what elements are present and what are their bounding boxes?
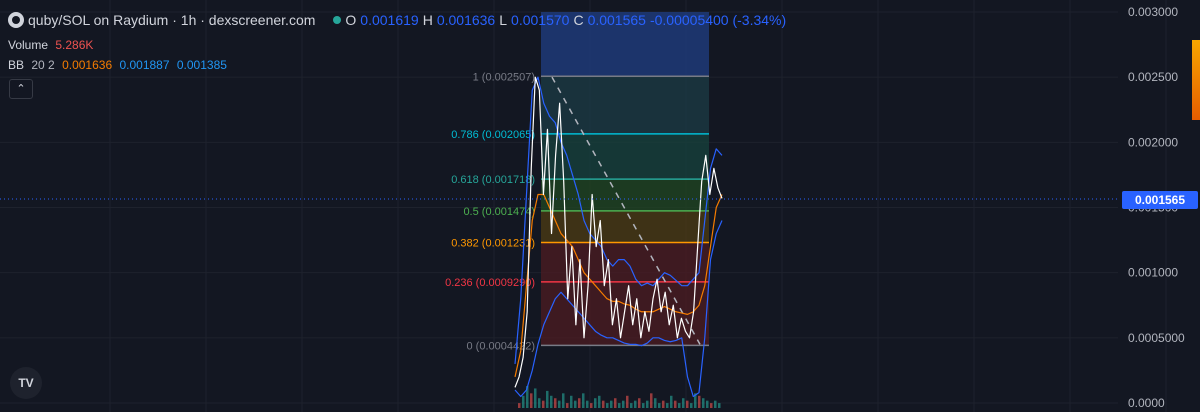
bb-label: BB <box>8 58 25 72</box>
volume-value: 5.286K <box>55 38 94 52</box>
bb-middle-value: 0.001887 <box>119 58 170 72</box>
volume-bar <box>650 393 653 408</box>
volume-bar <box>662 400 665 408</box>
ohlc-close-key: C <box>573 12 584 28</box>
fib-level-label: 0.5 (0.001474) <box>463 206 535 218</box>
volume-bar <box>598 395 601 408</box>
volume-bar <box>522 395 525 408</box>
volume-bar <box>686 400 689 408</box>
volume-bar <box>622 400 625 408</box>
ohlc-change: -0.00005400 (-3.34%) <box>649 12 787 28</box>
volume-bar <box>702 398 705 408</box>
volume-bar <box>714 400 717 408</box>
volume-bar <box>654 398 657 408</box>
fib-level-label: 1 (0.002507) <box>473 71 535 83</box>
volume-bar <box>646 400 649 408</box>
volume-bar <box>674 400 677 408</box>
volume-bar <box>618 403 621 408</box>
fib-level-label: 0.618 (0.001718) <box>451 174 535 186</box>
volume-bar <box>562 393 565 408</box>
fib-zone <box>541 133 709 180</box>
symbol-legend: quby/SOL on Raydium · 1h · dexscreener.c… <box>8 12 790 28</box>
volume-bar <box>610 400 613 408</box>
volume-bar <box>602 400 605 408</box>
volume-bar <box>698 395 701 408</box>
volume-bar <box>558 400 561 408</box>
volume-bar <box>682 398 685 408</box>
ohlc-high-value: 0.001636 <box>436 12 496 28</box>
volume-bar <box>710 403 713 408</box>
volume-bar <box>718 403 721 408</box>
volume-bar <box>630 403 633 408</box>
fib-level-label: 0.382 (0.001231) <box>451 238 535 250</box>
bb-upper-value: 0.001636 <box>62 58 113 72</box>
volume-bar <box>554 398 557 408</box>
volume-bar <box>542 400 545 408</box>
ohlc-close-value: 0.001565 <box>587 12 646 28</box>
tradingview-logo-icon[interactable]: TV <box>10 367 42 399</box>
y-tick-label: 0.003000 <box>1128 5 1178 19</box>
volume-bar <box>594 398 597 408</box>
chevron-up-icon: ⌃ <box>16 83 26 95</box>
fib-zone <box>541 76 709 134</box>
side-panel-edge[interactable] <box>1192 40 1200 120</box>
collapse-legend-button[interactable]: ⌃ <box>9 79 33 99</box>
ohlc-open-value: 0.001619 <box>360 12 419 28</box>
volume-bar <box>670 395 673 408</box>
bb-legend: BB 20 2 0.001636 0.001887 0.001385 <box>8 58 231 72</box>
symbol-title: quby/SOL on Raydium · 1h · dexscreener.c… <box>28 12 316 28</box>
volume-legend: Volume 5.286K <box>8 38 97 52</box>
ohlc-open-key: O <box>345 12 357 28</box>
ohlc-low-key: L <box>499 12 508 28</box>
volume-bar <box>606 403 609 408</box>
y-tick-label: 0.002000 <box>1128 135 1178 149</box>
volume-bar <box>614 398 617 408</box>
y-tick-label: 0.001000 <box>1128 266 1178 280</box>
volume-bar <box>666 403 669 408</box>
volume-bar <box>638 398 641 408</box>
volume-bar <box>626 395 629 408</box>
volume-bar <box>634 400 637 408</box>
volume-bar <box>570 395 573 408</box>
volume-bar <box>658 403 661 408</box>
ohlc-low-value: 0.001570 <box>511 12 570 28</box>
volume-bar <box>582 393 585 408</box>
volume-bar <box>706 400 709 408</box>
volume-bar <box>590 403 593 408</box>
volume-bar <box>566 403 569 408</box>
volume-bar <box>538 398 541 408</box>
volume-bar <box>550 395 553 408</box>
volume-bar <box>586 400 589 408</box>
volume-bar <box>690 403 693 408</box>
y-tick-label: 0.002500 <box>1128 70 1178 84</box>
volume-bar <box>518 403 521 408</box>
fib-level-label: 0.786 (0.002065) <box>451 129 535 141</box>
volume-bar <box>678 403 681 408</box>
fib-zone <box>541 179 709 211</box>
volume-bar <box>578 398 581 408</box>
bb-params: 20 2 <box>31 58 55 72</box>
volume-bar <box>530 393 533 408</box>
volume-label: Volume <box>8 38 49 52</box>
volume-bar <box>534 388 537 408</box>
y-tick-label: 0.0005000 <box>1128 331 1185 345</box>
token-logo-icon <box>8 12 24 28</box>
market-status-icon <box>333 16 342 24</box>
ohlc-high-key: H <box>422 12 433 28</box>
bb-lower-value: 0.001385 <box>176 58 227 72</box>
volume-bar <box>574 400 577 408</box>
volume-bar <box>642 403 645 408</box>
y-tick-label: 0.0000 <box>1128 396 1165 410</box>
current-price-label: 0.001565 <box>1122 191 1198 209</box>
volume-bar <box>546 390 549 408</box>
